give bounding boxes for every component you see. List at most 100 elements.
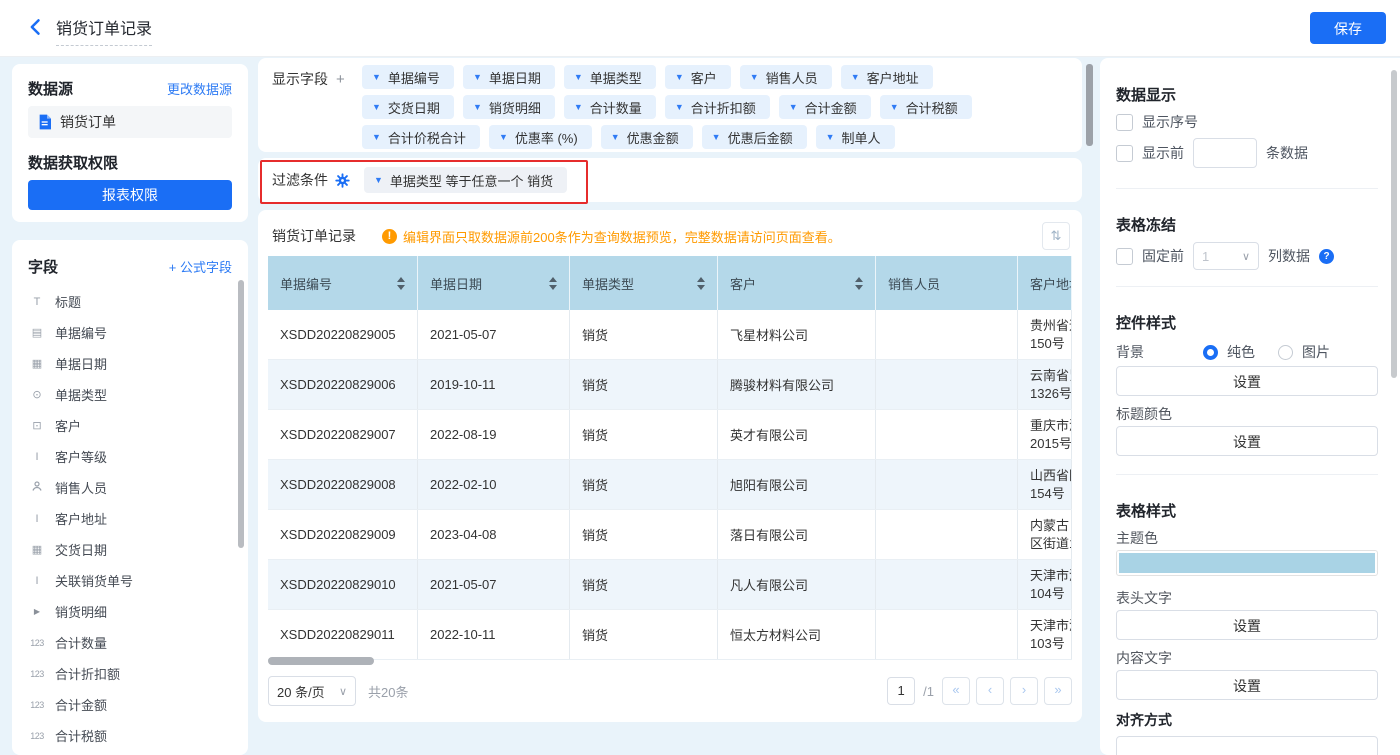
field-item[interactable]: I客户等级 <box>12 441 238 472</box>
table-row[interactable]: XSDD202208290052021-05-07销货飞星材料公司贵州省遵150… <box>268 310 1072 360</box>
display-field-chip[interactable]: ▼合计数量 <box>564 95 656 119</box>
display-field-chip[interactable]: ▼销货明细 <box>463 95 555 119</box>
chip-label: 客户 <box>691 68 717 87</box>
display-field-chip[interactable]: ▼单据类型 <box>564 65 656 89</box>
field-item[interactable]: ⊙单据类型 <box>12 379 238 410</box>
solid-color-radio[interactable] <box>1203 345 1218 360</box>
field-item[interactable]: 123合计数量 <box>12 627 238 658</box>
field-item[interactable]: ▶销货明细 <box>12 596 238 627</box>
display-field-chip[interactable]: ▼制单人 <box>816 125 895 149</box>
display-field-chip[interactable]: ▼合计金额 <box>779 95 871 119</box>
field-item[interactable]: ▦单据日期 <box>12 348 238 379</box>
table-cell: 2023-04-08 <box>418 510 570 559</box>
number-icon: 123 <box>28 638 46 648</box>
field-item[interactable]: 123合计税额 <box>12 720 238 751</box>
save-button[interactable]: 保存 <box>1310 12 1386 44</box>
middle-scrollbar[interactable] <box>1086 64 1093 146</box>
column-header[interactable]: 销售人员 <box>876 256 1018 310</box>
table-cell: XSDD20220829008 <box>268 460 418 509</box>
field-item[interactable]: I客户地址 <box>12 503 238 534</box>
field-item[interactable]: ▦交货日期 <box>12 534 238 565</box>
column-header[interactable]: 单据类型 <box>570 256 718 310</box>
sort-icon[interactable] <box>697 277 705 290</box>
report-permission-button[interactable]: 报表权限 <box>28 180 232 210</box>
sort-order-button[interactable]: ⇅ <box>1042 222 1070 250</box>
fields-scrollbar[interactable] <box>238 280 244 548</box>
content-text-set-button[interactable]: 设置 <box>1116 670 1378 700</box>
field-item[interactable]: 销售人员 <box>12 472 238 503</box>
display-field-chip[interactable]: ▼优惠金额 <box>601 125 693 149</box>
display-field-chip[interactable]: ▼单据日期 <box>463 65 555 89</box>
freeze-columns-checkbox[interactable] <box>1116 248 1133 265</box>
field-item[interactable]: I关联销货单号 <box>12 565 238 596</box>
show-top-checkbox[interactable] <box>1116 145 1133 162</box>
prev-page-button[interactable]: ‹ <box>976 677 1004 705</box>
table-cell-address: 天津市滨104号 <box>1018 560 1072 609</box>
chip-label: 客户地址 <box>867 68 919 87</box>
gear-icon[interactable] <box>335 173 350 188</box>
background-set-button[interactable]: 设置 <box>1116 366 1378 396</box>
text-icon: I <box>28 575 46 587</box>
show-top-count-input[interactable] <box>1193 138 1257 168</box>
current-page-input[interactable]: 1 <box>887 677 915 705</box>
datasource-item[interactable]: 销货订单 <box>28 106 232 138</box>
table-row[interactable]: XSDD202208290062019-10-11销货腾骏材料有限公司云南省昆1… <box>268 360 1072 410</box>
first-page-button[interactable]: « <box>942 677 970 705</box>
display-field-chip[interactable]: ▼合计税额 <box>880 95 972 119</box>
display-field-chip[interactable]: ▼优惠率 (%) <box>489 125 592 149</box>
header-text-label: 表头文字 <box>1116 588 1172 608</box>
column-header[interactable]: 客户 <box>718 256 876 310</box>
table-row[interactable]: XSDD202208290072022-08-19销货英才有限公司重庆市渝201… <box>268 410 1072 460</box>
add-field-icon[interactable]: + <box>336 71 345 88</box>
display-field-chip[interactable]: ▼合计价税合计 <box>362 125 480 149</box>
display-field-chip[interactable]: ▼优惠后金额 <box>702 125 807 149</box>
theme-color-swatch[interactable] <box>1116 550 1378 576</box>
field-item[interactable]: ⊡客户 <box>12 410 238 441</box>
input-icon: ▤ <box>28 326 46 339</box>
sort-icon[interactable] <box>397 277 405 290</box>
chevron-down-icon: ▼ <box>851 72 860 82</box>
settings-scrollbar[interactable] <box>1391 70 1397 378</box>
sort-icon[interactable] <box>855 277 863 290</box>
field-item[interactable]: ▤单据编号 <box>12 317 238 348</box>
fields-list: T标题▤单据编号▦单据日期⊙单据类型⊡客户I客户等级销售人员I客户地址▦交货日期… <box>12 286 238 751</box>
next-page-button[interactable]: › <box>1010 677 1038 705</box>
display-field-chip[interactable]: ▼交货日期 <box>362 95 454 119</box>
image-radio[interactable] <box>1278 345 1293 360</box>
change-datasource-link[interactable]: 更改数据源 <box>167 79 232 98</box>
display-field-chip[interactable]: ▼合计折扣额 <box>665 95 770 119</box>
table-row[interactable]: XSDD202208290112022-10-11销货恒太方材料公司天津市滨10… <box>268 610 1072 660</box>
page-size-select[interactable]: 20 条/页 ∨ <box>268 676 356 706</box>
show-index-checkbox[interactable] <box>1116 114 1133 131</box>
filter-condition-chip[interactable]: ▼ 单据类型 等于任意一个 销货 <box>364 167 567 193</box>
display-field-chip[interactable]: ▼单据编号 <box>362 65 454 89</box>
number-icon: 123 <box>28 700 46 710</box>
table-cell <box>876 610 1018 659</box>
header-text-set-button[interactable]: 设置 <box>1116 610 1378 640</box>
title-color-set-button[interactable]: 设置 <box>1116 426 1378 456</box>
column-header[interactable]: 客户地址 <box>1018 256 1072 310</box>
freeze-count-select[interactable]: 1 ∨ <box>1193 242 1259 270</box>
chip-label: 优惠金额 <box>627 128 679 147</box>
table-horizontal-scrollbar[interactable] <box>268 657 374 665</box>
field-item[interactable]: T标题 <box>12 286 238 317</box>
column-header[interactable]: 单据日期 <box>418 256 570 310</box>
table-row[interactable]: XSDD202208290092023-04-08销货落日有限公司内蒙古自区街道… <box>268 510 1072 560</box>
align-control[interactable] <box>1116 736 1378 755</box>
last-page-button[interactable]: » <box>1044 677 1072 705</box>
field-item[interactable]: 123合计折扣额 <box>12 658 238 689</box>
display-field-chip[interactable]: ▼ 客户地址 <box>841 65 933 89</box>
table-cell-address: 天津市滨103号 <box>1018 610 1072 659</box>
sort-icon[interactable] <box>549 277 557 290</box>
field-item[interactable]: 123合计金额 <box>12 689 238 720</box>
help-icon[interactable]: ? <box>1319 249 1334 264</box>
table-row[interactable]: XSDD202208290082022-02-10销货旭阳有限公司山西省阳154… <box>268 460 1072 510</box>
display-field-chip[interactable]: ▼客户 <box>665 65 731 89</box>
formula-field-link[interactable]: + 公式字段 <box>169 257 232 276</box>
table-row[interactable]: XSDD202208290102021-05-07销货凡人有限公司天津市滨104… <box>268 560 1072 610</box>
chevron-down-icon: ▼ <box>499 132 508 142</box>
column-header[interactable]: 单据编号 <box>268 256 418 310</box>
chevron-down-icon: ▼ <box>473 72 482 82</box>
back-icon[interactable] <box>26 17 48 39</box>
display-field-chip[interactable]: ▼销售人员 <box>740 65 832 89</box>
